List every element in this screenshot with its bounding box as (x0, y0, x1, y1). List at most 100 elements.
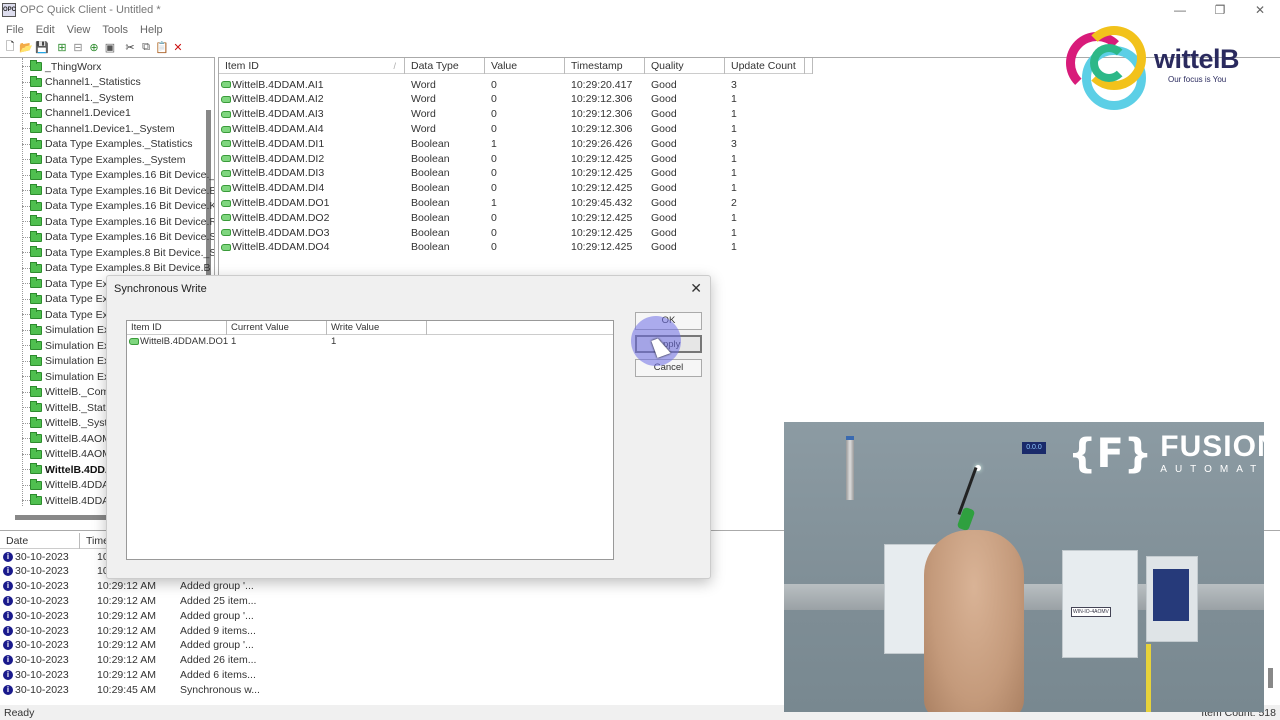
folder-icon (30, 261, 42, 273)
minimize-button[interactable]: — (1160, 0, 1200, 20)
tree-item[interactable]: Data Type Examples._System (22, 152, 185, 167)
tree-item[interactable]: Data Type Examples.16 Bit Device.K (22, 199, 214, 214)
apply-button[interactable]: Apply (635, 335, 702, 353)
tree-item[interactable]: Simulation Exa (22, 354, 115, 369)
log-row[interactable]: i 30-10-2023 10:29:12 AM Added 9 items... (0, 623, 282, 638)
tree-item[interactable]: WittelB._Syste (22, 416, 113, 431)
menu-tools[interactable]: Tools (96, 24, 134, 36)
tree-item[interactable]: Data Type Exa (22, 292, 114, 307)
tree-item[interactable]: Channel1._Statistics (22, 75, 141, 90)
column-current-value[interactable]: Current Value (227, 321, 327, 335)
column-value[interactable]: Value (485, 58, 565, 74)
tree-item[interactable]: Data Type Examples.16 Bit Device._ (22, 168, 214, 183)
tree-item[interactable]: WittelB.4AOM (22, 447, 111, 462)
tree-item[interactable]: Data Type Exa (22, 276, 114, 291)
restore-button[interactable]: ❐ (1200, 0, 1240, 20)
column-item-id[interactable]: Item ID / (219, 58, 405, 74)
table-row[interactable]: WittelB.4DDAM.DI1 Boolean 1 10:29:26.426 Goo… (219, 136, 805, 151)
table-row[interactable]: WittelB.4DDAM.DO4 Boolean 0 10:29:12.425 Goo… (219, 240, 805, 255)
table-row[interactable]: WittelB.4DDAM.DO2 Boolean 0 10:29:12.425 Goo… (219, 210, 805, 225)
log-row[interactable]: i 30-10-2023 10:29:45 AM Synchronous w... (0, 682, 282, 697)
table-row[interactable]: WittelB.4DDAM.AI3 Word 0 10:29:12.306 Good 1 (219, 107, 805, 122)
delete-icon[interactable]: ✕ (170, 40, 186, 55)
tree-item[interactable]: Data Type Exa (22, 307, 114, 322)
tree-item[interactable]: _ThingWorx (22, 59, 101, 74)
tree-connector (22, 159, 30, 160)
tree-item[interactable]: Data Type Examples.16 Bit Device.R (22, 214, 214, 229)
column-write-value[interactable]: Write Value (327, 321, 427, 335)
tree-item[interactable]: Data Type Examples._Statistics (22, 137, 192, 152)
table-row[interactable]: WittelB.4DDAM.DI3 Boolean 0 10:29:12.425 Goo… (219, 166, 805, 181)
properties-icon[interactable]: ▣ (102, 40, 118, 55)
log-column-date[interactable]: Date (0, 533, 80, 549)
tree-item[interactable]: Data Type Examples.8 Bit Device._S (22, 245, 214, 260)
folder-icon (30, 60, 42, 71)
new-icon[interactable]: 🗋 (2, 40, 18, 55)
tree-item[interactable]: WittelB._Statis (22, 400, 113, 415)
tree-item-label: WittelB.4AOM (45, 448, 111, 460)
info-icon: i (3, 551, 13, 562)
log-row[interactable]: i 30-10-2023 10:29:12 AM Added 25 item... (0, 593, 282, 608)
write-item-write-value[interactable]: 1 (327, 336, 427, 347)
table-row[interactable]: WittelB.4DDAM.AI4 Word 0 10:29:12.306 Good 1 (219, 121, 805, 136)
tree-item[interactable]: Channel1.Device1 (22, 106, 131, 121)
tree-item[interactable]: Simulation Exa (22, 338, 115, 353)
log-event: Added 9 items... (180, 624, 256, 637)
paste-icon[interactable]: 📋 (154, 40, 170, 55)
column-update-count[interactable]: Update Count (725, 58, 805, 74)
save-icon[interactable]: 💾 (34, 40, 50, 55)
new-server-connection-icon[interactable]: ⊞ (54, 40, 70, 55)
item-quality: Good (651, 152, 677, 165)
column-label: Item ID (225, 60, 259, 72)
tree-item[interactable]: Data Type Examples.16 Bit Device.S (22, 230, 214, 245)
tree-item[interactable]: WittelB.4AOM (22, 431, 111, 446)
table-row[interactable]: WittelB.4DDAM.DI2 Boolean 0 10:29:12.425 Goo… (219, 151, 805, 166)
tag-icon (221, 184, 231, 192)
table-row[interactable]: WittelB.4DDAM.AI1 Word 0 10:29:20.417 Good 3 (219, 77, 805, 92)
tree-item[interactable]: Data Type Examples.8 Bit Device.B (22, 261, 211, 276)
open-icon[interactable]: 📂 (18, 40, 34, 55)
log-row[interactable]: i 30-10-2023 10:29:12 AM Added group '... (0, 608, 282, 623)
copy-icon[interactable]: ⧉ (138, 40, 154, 55)
tree-item[interactable]: Data Type Examples.16 Bit Device.B (22, 183, 214, 198)
tree-connector (22, 143, 30, 145)
log-date: 30-10-2023 (15, 550, 69, 563)
ok-button[interactable]: OK (635, 312, 702, 330)
tree-item[interactable]: WittelB.4DDA (22, 493, 109, 508)
table-row[interactable]: WittelB.4DDAM.DO1 Boolean 1 10:29:45.432 Goo… (219, 195, 805, 210)
cut-icon[interactable]: ✂ (122, 40, 138, 55)
table-row[interactable]: WittelB.4DDAM.AI2 Word 0 10:29:12.306 Good 1 (219, 92, 805, 107)
column-data-type[interactable]: Data Type (405, 58, 485, 74)
cancel-button[interactable]: Cancel (635, 359, 702, 377)
menu-help[interactable]: Help (134, 24, 169, 36)
menu-file[interactable]: File (0, 24, 30, 36)
close-button[interactable]: ✕ (1240, 0, 1280, 20)
log-vertical-scrollbar[interactable] (1268, 668, 1273, 688)
tree-item[interactable]: Channel1._System (22, 90, 134, 105)
dialog-close-button[interactable]: ✕ (690, 280, 702, 297)
column-quality[interactable]: Quality (645, 58, 725, 74)
tree-item[interactable]: WittelB.4DDA (22, 478, 109, 493)
table-row[interactable]: WittelB.4DDAM.DO3 Boolean 0 10:29:12.425 Goo… (219, 225, 805, 240)
log-row[interactable]: i 30-10-2023 10:29:12 AM Added 26 item... (0, 653, 282, 668)
log-row[interactable]: i 30-10-2023 10:29:12 AM Added 6 items... (0, 667, 282, 682)
log-row[interactable]: i 30-10-2023 10:29:12 AM Added group '... (0, 579, 282, 594)
tree-item[interactable]: WittelB._Comm (22, 385, 118, 400)
tree-item-label: _ThingWorx (45, 60, 102, 73)
table-row[interactable]: WittelB.4DDAM.DI4 Boolean 0 10:29:12.425 Goo… (219, 181, 805, 196)
column-timestamp[interactable]: Timestamp (565, 58, 645, 74)
tree-item[interactable]: Simulation Exa (22, 323, 115, 338)
tree-item[interactable]: Channel1.Device1._System (22, 121, 175, 136)
log-row[interactable]: i 30-10-2023 10:29:12 AM Added group '... (0, 638, 282, 653)
column-item-id[interactable]: Item ID (127, 321, 227, 335)
menu-view[interactable]: View (61, 24, 97, 36)
write-item-row[interactable]: WittelB.4DDAM.DO1 1 1 (127, 335, 613, 348)
item-value: 0 (491, 226, 497, 239)
menu-edit[interactable]: Edit (30, 24, 61, 36)
item-value: 0 (491, 78, 497, 91)
info-icon: i (3, 610, 13, 621)
tree-item[interactable]: Simulation Exa (22, 369, 115, 384)
new-item-icon[interactable]: ⊕ (86, 40, 102, 55)
tree-item[interactable]: WittelB.4DDA (22, 462, 113, 477)
new-group-icon[interactable]: ⊟ (70, 40, 86, 55)
